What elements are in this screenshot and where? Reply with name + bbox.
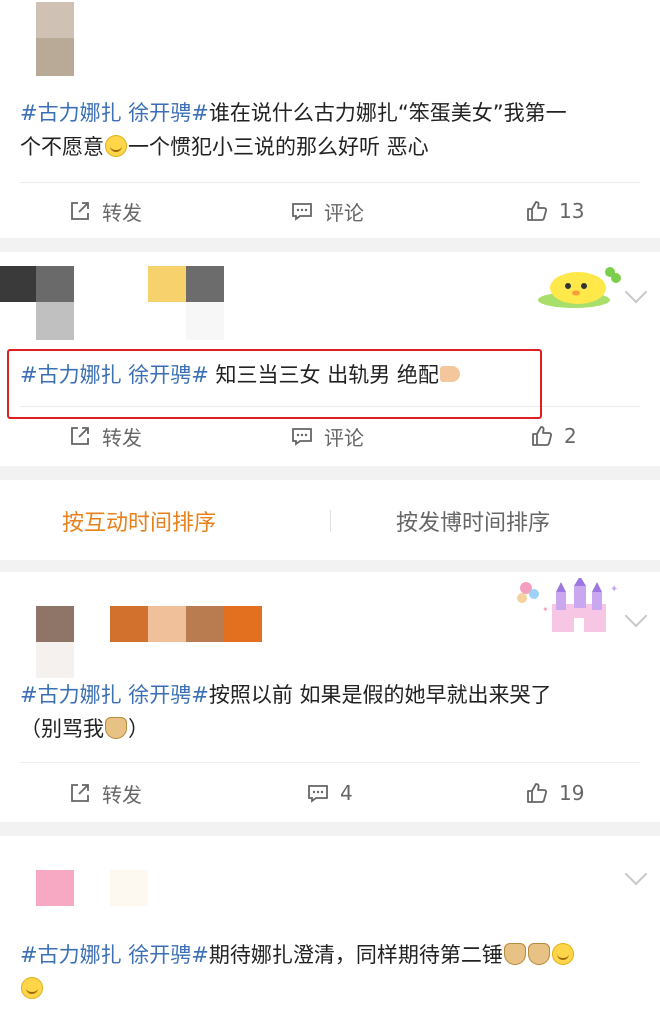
comment-button[interactable]: 评论 — [290, 196, 364, 226]
divider — [20, 182, 640, 183]
hashtag-link[interactable]: #古力娜扎 徐开骋# — [20, 943, 209, 967]
post-text: #古力娜扎 徐开骋#谁在说什么古力娜扎“笨蛋美女”我第一 个不愿意 一个惯犯小三说… — [20, 96, 645, 164]
post-body-line1: 按照以前 如果是假的她早就出来哭了 — [208, 683, 552, 707]
like-icon — [527, 783, 548, 803]
sort-by-interaction-tab[interactable]: 按互动时间排序 — [62, 505, 216, 537]
hashtag-link[interactable]: #古力娜扎 徐开骋# — [20, 683, 209, 707]
like-button[interactable]: 2 — [530, 421, 577, 451]
comment-label: 评论 — [324, 425, 364, 450]
repost-label: 转发 — [102, 425, 142, 450]
chevron-down-icon[interactable] — [624, 604, 648, 628]
post-card-4: #古力娜扎 徐开骋#期待娜扎澄清，同样期待第二锤 — [0, 836, 660, 1011]
avatar-blur — [36, 642, 74, 678]
post-card-3: ✦ ✦ #古力娜扎 徐开骋#按照以前 如果是假的她早就出来哭了 （别骂我） 转发 … — [0, 572, 660, 822]
repost-label: 转发 — [102, 782, 142, 807]
username-blur — [110, 606, 148, 642]
svg-text:✦: ✦ — [542, 605, 549, 614]
repost-icon — [71, 427, 89, 445]
repost-button[interactable]: 转发 — [68, 421, 142, 451]
smile-emoji-icon — [551, 943, 574, 965]
avatar-blur — [36, 266, 74, 302]
sort-divider — [330, 510, 331, 532]
repost-icon — [71, 784, 89, 802]
repost-button[interactable]: 转发 — [68, 196, 142, 226]
doge-emoji-icon — [503, 943, 526, 965]
avatar-username-blur — [36, 38, 74, 76]
chick-sticker-icon — [538, 267, 621, 308]
username-blur — [110, 870, 148, 906]
post-text: #古力娜扎 徐开骋#期待娜扎澄清，同样期待第二锤 — [20, 938, 645, 1006]
like-icon — [532, 426, 553, 446]
post-body-line2b: ） — [128, 717, 149, 741]
avatar[interactable] — [36, 2, 74, 38]
post-body-line1: 谁在说什么古力娜扎“笨蛋美女”我第一 — [208, 101, 567, 125]
sort-bar: 按互动时间排序 按发博时间排序 — [0, 480, 660, 560]
like-count: 13 — [559, 199, 585, 223]
divider — [20, 762, 640, 763]
post-body-line2: 个不愿意 — [20, 135, 104, 159]
hashtag-link[interactable]: #古力娜扎 徐开骋# — [20, 101, 209, 125]
username-blur — [148, 606, 186, 642]
smile-emoji-icon — [21, 977, 43, 999]
like-button[interactable]: 13 — [525, 196, 584, 226]
avatar[interactable] — [36, 870, 74, 906]
doge-emoji-icon — [527, 943, 550, 965]
svg-text:✦: ✦ — [610, 584, 618, 595]
comment-button[interactable]: 4 — [306, 778, 353, 808]
repost-label: 转发 — [102, 200, 142, 225]
username-blur — [148, 266, 186, 302]
chevron-down-icon[interactable] — [624, 862, 648, 886]
post-card-1: #古力娜扎 徐开骋#谁在说什么古力娜扎“笨蛋美女”我第一 个不愿意 一个惯犯小三说… — [0, 0, 660, 238]
doge-emoji-icon — [105, 717, 127, 739]
comment-icon — [292, 203, 312, 221]
sort-by-post-time-tab[interactable]: 按发博时间排序 — [396, 505, 550, 537]
avatar-blur — [36, 302, 74, 340]
smile-emoji-icon — [105, 135, 127, 157]
like-count: 2 — [564, 424, 577, 448]
red-highlight-box — [7, 349, 542, 419]
comment-icon — [292, 428, 312, 446]
username-blur — [186, 302, 224, 340]
username-blur — [224, 606, 262, 642]
like-icon — [527, 201, 548, 221]
username-blur — [186, 606, 224, 642]
post-body-line1: 期待娜扎澄清，同样期待第二锤 — [208, 943, 503, 967]
post-body-line2: （别骂我 — [20, 717, 104, 741]
username-blur — [186, 266, 224, 302]
like-button[interactable]: 19 — [525, 778, 584, 808]
avatar[interactable] — [0, 266, 36, 302]
repost-button[interactable]: 转发 — [68, 778, 142, 808]
post-body-line2b: 一个惯犯小三说的那么好听 恶心 — [128, 135, 429, 159]
comment-label: 评论 — [324, 200, 364, 225]
comment-count: 4 — [340, 781, 353, 805]
avatar[interactable] — [36, 606, 74, 642]
chevron-down-icon[interactable] — [624, 280, 648, 304]
like-count: 19 — [559, 781, 585, 805]
repost-icon — [71, 202, 89, 220]
comment-icon — [308, 785, 328, 803]
comment-button[interactable]: 评论 — [290, 421, 364, 451]
castle-sticker-icon: ✦✦ — [517, 578, 618, 632]
post-text: #古力娜扎 徐开骋#按照以前 如果是假的她早就出来哭了 （别骂我 ） — [20, 678, 645, 746]
